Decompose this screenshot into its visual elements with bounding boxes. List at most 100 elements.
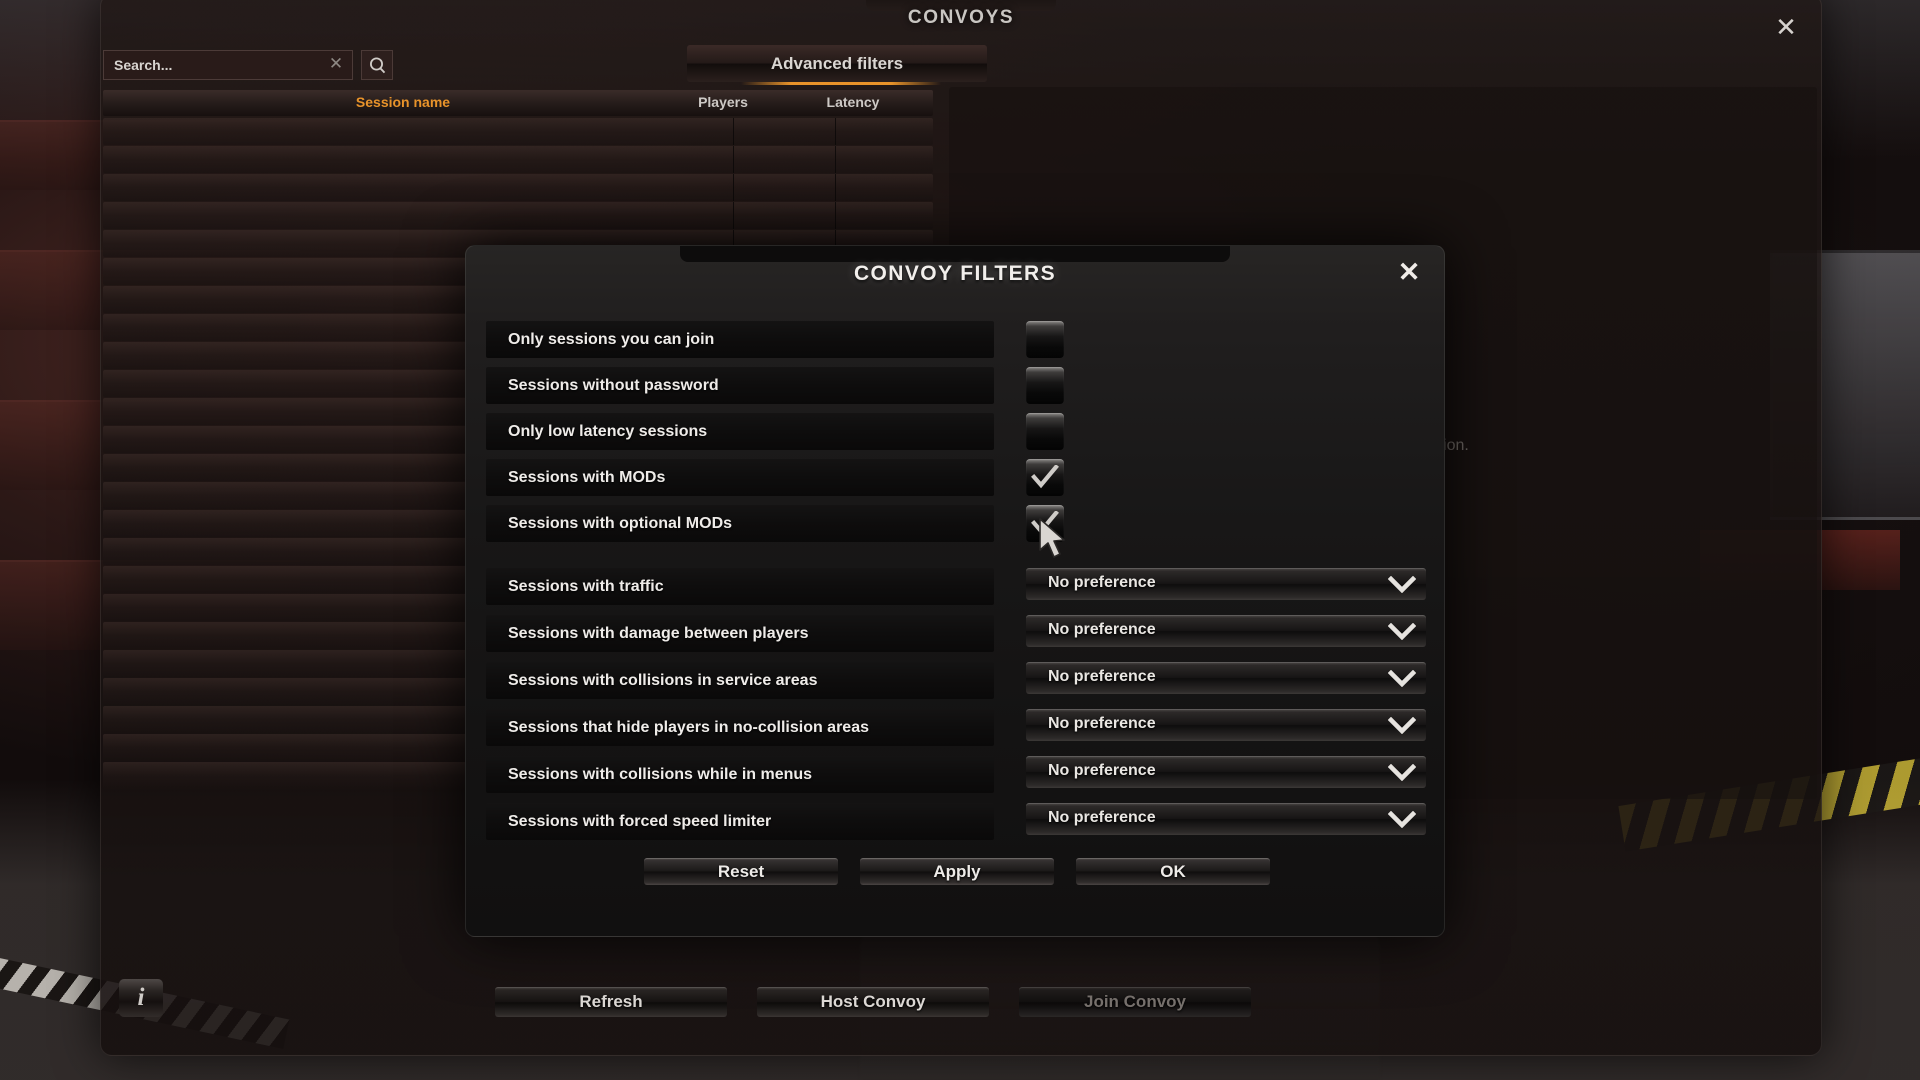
advanced-filters-tab[interactable]: Advanced filters — [687, 45, 987, 82]
page-title: CONVOYS — [907, 7, 1015, 28]
filter-dropdown[interactable]: No preference — [1026, 756, 1426, 788]
search-field-wrapper: ✕ — [103, 50, 353, 80]
session-list-header: Session name Players Latency — [103, 90, 933, 116]
ok-button-label: OK — [1160, 861, 1186, 881]
chevron-down-icon[interactable] — [1378, 615, 1426, 647]
close-icon[interactable]: ✕ — [1771, 13, 1801, 43]
session-row-cell — [835, 146, 933, 173]
session-row-cell — [103, 174, 731, 201]
filter-checkbox[interactable] — [1026, 505, 1064, 542]
join-convoy-button-label: Join Convoy — [1083, 992, 1186, 1011]
filter-checkbox[interactable] — [1026, 459, 1064, 496]
reset-button[interactable]: Reset — [644, 858, 838, 885]
session-row-cell — [835, 174, 933, 201]
session-row-cell — [103, 118, 731, 145]
session-row[interactable] — [103, 174, 933, 201]
chevron-down-icon[interactable] — [1378, 709, 1426, 741]
chevron-down-glyph — [1388, 622, 1416, 640]
clear-search-icon[interactable]: ✕ — [327, 55, 345, 73]
filter-checkbox[interactable] — [1026, 413, 1064, 450]
filter-dropdown-value: No preference — [1048, 715, 1156, 732]
checkbox-filter-row: Only sessions you can join — [486, 321, 1426, 358]
filter-label: Sessions with optional MODs — [508, 514, 733, 532]
filter-label-box: Sessions with collisions while in menus — [486, 756, 994, 793]
column-header-players[interactable]: Players — [663, 94, 783, 110]
checkmark-icon — [1031, 511, 1059, 535]
filter-label: Sessions with forced speed limiter — [508, 812, 772, 830]
filter-label-box: Only sessions you can join — [486, 321, 994, 358]
column-header-session-name[interactable]: Session name — [303, 94, 503, 110]
filter-label: Sessions with damage between players — [508, 624, 809, 642]
search-input[interactable] — [103, 50, 353, 80]
join-convoy-button[interactable]: Join Convoy — [1019, 987, 1251, 1017]
chevron-down-glyph — [1388, 763, 1416, 781]
filter-dropdown[interactable]: No preference — [1026, 709, 1426, 741]
chevron-down-icon[interactable] — [1378, 756, 1426, 788]
filter-dropdown-value: No preference — [1048, 762, 1156, 779]
convoy-filters-dialog: CONVOY FILTERS ✕ Only sessions you can j… — [465, 245, 1445, 937]
refresh-button-label: Refresh — [579, 992, 643, 1011]
chevron-down-icon[interactable] — [1378, 803, 1426, 835]
info-icon[interactable]: i — [119, 979, 163, 1017]
filter-label-box: Sessions with MODs — [486, 459, 994, 496]
filter-checkbox[interactable] — [1026, 321, 1064, 358]
dropdown-filter-row: Sessions that hide players in no-collisi… — [486, 709, 1426, 746]
filter-dropdown[interactable]: No preference — [1026, 615, 1426, 647]
filter-label-box: Sessions with optional MODs — [486, 505, 994, 542]
filter-dropdown[interactable]: No preference — [1026, 803, 1426, 835]
filter-label: Sessions with collisions while in menus — [508, 765, 813, 783]
host-convoy-button[interactable]: Host Convoy — [757, 987, 989, 1017]
ok-button[interactable]: OK — [1076, 858, 1270, 885]
info-icon-glyph: i — [137, 984, 145, 1011]
session-row[interactable] — [103, 118, 933, 145]
advanced-filters-label: Advanced filters — [770, 53, 904, 73]
filter-label-box: Sessions with damage between players — [486, 615, 994, 652]
session-row-cell — [835, 202, 933, 229]
filter-label: Sessions without password — [508, 376, 719, 394]
chevron-down-glyph — [1388, 669, 1416, 687]
filter-label: Only low latency sessions — [508, 422, 708, 440]
dropdown-filter-row: Sessions with collisions while in menus N… — [486, 756, 1426, 793]
filter-dropdown[interactable]: No preference — [1026, 568, 1426, 600]
checkbox-filter-row: Sessions without password — [486, 367, 1426, 404]
session-row-cell — [733, 174, 833, 201]
filter-label-box: Sessions with traffic — [486, 568, 994, 605]
advanced-filters-active-underline — [741, 82, 941, 85]
reset-button-label: Reset — [717, 861, 765, 881]
host-convoy-button-label: Host Convoy — [820, 992, 926, 1011]
filter-label-box: Sessions with forced speed limiter — [486, 803, 994, 840]
session-row[interactable] — [103, 146, 933, 173]
filter-label: Sessions with MODs — [508, 468, 666, 486]
checkmark-icon — [1031, 465, 1059, 489]
apply-button[interactable]: Apply — [860, 858, 1054, 885]
chevron-down-glyph — [1388, 716, 1416, 734]
dropdown-filter-row: Sessions with collisions in service area… — [486, 662, 1426, 699]
filter-label-box: Sessions with collisions in service area… — [486, 662, 994, 699]
search-icon — [369, 57, 385, 73]
chevron-down-icon[interactable] — [1378, 662, 1426, 694]
chevron-down-glyph — [1388, 575, 1416, 593]
filter-label-box: Sessions that hide players in no-collisi… — [486, 709, 994, 746]
column-header-latency[interactable]: Latency — [793, 94, 913, 110]
window-bottom-bar: i Refresh Host Convoy Join Convoy — [101, 979, 1821, 1017]
chevron-down-glyph — [1388, 810, 1416, 828]
dropdown-filter-row: Sessions with forced speed limiter No pre… — [486, 803, 1426, 840]
session-row-cell — [103, 202, 731, 229]
filter-label-box: Sessions without password — [486, 367, 994, 404]
checkbox-filter-row: Sessions with MODs — [486, 459, 1426, 496]
refresh-button[interactable]: Refresh — [495, 987, 727, 1017]
search-button[interactable] — [361, 50, 393, 80]
dialog-close-icon[interactable]: ✕ — [1394, 258, 1424, 288]
session-row-cell — [835, 118, 933, 145]
apply-button-label: Apply — [933, 861, 981, 881]
session-row-cell — [733, 202, 833, 229]
filter-dropdown[interactable]: No preference — [1026, 662, 1426, 694]
filter-checkbox[interactable] — [1026, 367, 1064, 404]
filter-dropdown-value: No preference — [1048, 574, 1156, 591]
dialog-tab-decor — [680, 246, 1230, 262]
session-row[interactable] — [103, 202, 933, 229]
session-row-cell — [103, 146, 731, 173]
chevron-down-icon[interactable] — [1378, 568, 1426, 600]
session-row-cell — [733, 146, 833, 173]
filter-label: Sessions with collisions in service area… — [508, 671, 818, 689]
